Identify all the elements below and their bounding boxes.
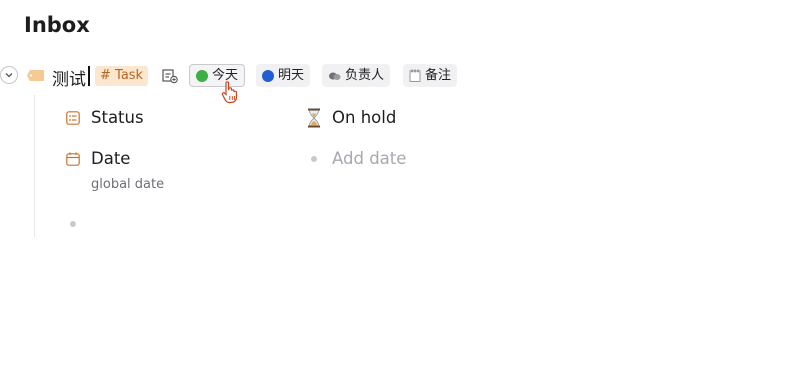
- chip-tomorrow-label: 明天: [278, 68, 305, 83]
- date-bullet: [311, 156, 317, 162]
- node-title[interactable]: 测试: [52, 65, 86, 90]
- add-field-icon[interactable]: [162, 68, 178, 84]
- green-dot-icon: [196, 69, 208, 82]
- indent-guide: [34, 95, 35, 237]
- node-row[interactable]: 测试 # Task 今天 明天 负责人 备注: [0, 62, 792, 90]
- add-date-input[interactable]: Add date: [332, 149, 406, 168]
- date-field-label[interactable]: Date: [91, 149, 130, 168]
- chip-notes[interactable]: 备注: [403, 64, 458, 87]
- hand-pointer-icon: [221, 81, 238, 104]
- empty-child-bullet[interactable]: [70, 221, 76, 227]
- chip-notes-label: 备注: [425, 68, 452, 83]
- speech-bubble-icon: [329, 72, 341, 80]
- task-tag[interactable]: # Task: [95, 66, 149, 86]
- calendar-icon: [66, 152, 80, 166]
- status-value[interactable]: On hold: [332, 108, 396, 127]
- hourglass-icon: [308, 108, 320, 128]
- chip-assignee-label: 负责人: [345, 68, 385, 83]
- notepad-icon: [409, 69, 421, 82]
- date-field-description: global date: [91, 177, 165, 192]
- list-icon: [66, 111, 80, 125]
- text-caret: [88, 66, 90, 86]
- chevron-down-icon: [5, 73, 13, 78]
- blue-dot-icon: [262, 69, 274, 82]
- label-tag-icon: [27, 70, 44, 81]
- chip-assignee[interactable]: 负责人: [322, 64, 391, 87]
- status-field-label[interactable]: Status: [91, 108, 144, 127]
- collapse-toggle[interactable]: [0, 66, 18, 84]
- chip-tomorrow[interactable]: 明天: [256, 64, 311, 87]
- page-title: Inbox: [24, 13, 90, 37]
